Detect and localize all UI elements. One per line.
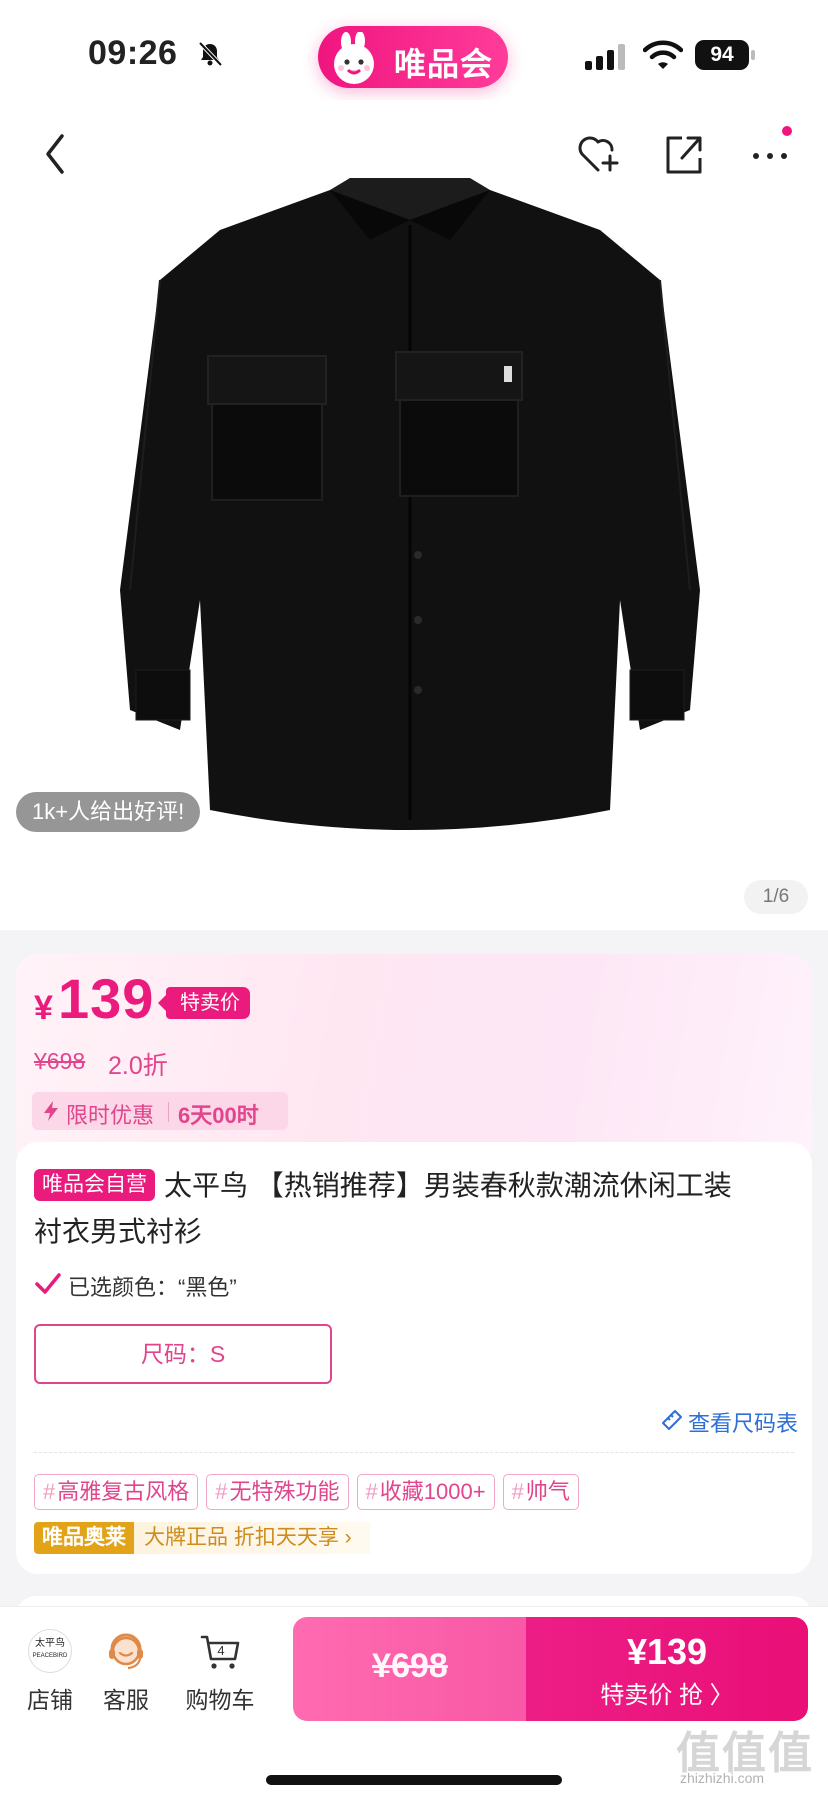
limited-offer-banner: 限时优惠 6天00时 [32, 1092, 288, 1130]
price-currency: ¥ [34, 989, 53, 1027]
bolt-icon [44, 1101, 58, 1121]
divider [34, 1452, 794, 1453]
outlet-badge: 唯品奥莱 [34, 1522, 134, 1554]
cart-label: 购物车 [185, 1687, 255, 1713]
favorite-add-icon[interactable] [568, 124, 628, 184]
tag-item[interactable]: #帅气 [502, 1474, 579, 1510]
buy-original-price-button[interactable]: ¥698 [293, 1617, 527, 1721]
outlet-banner[interactable]: 唯品奥莱 大牌正品 折扣天天享 › [34, 1522, 370, 1554]
mascot-icon [334, 32, 374, 84]
battery-level: 94 [695, 40, 749, 70]
cart-button[interactable]: 4 购物车 [180, 1629, 260, 1715]
limited-offer-countdown: 6天00时 [178, 1103, 259, 1128]
image-watermark: 精选福利官 [320, 850, 466, 881]
product-title-line1: 太平鸟 【热销推荐】男装春秋款潮流休闲工装 [164, 1170, 732, 1201]
buy-special-label: 特卖价 抢 〉 [600, 1682, 734, 1709]
app-brand-label: 唯品会 [394, 46, 494, 82]
customer-service-button[interactable]: 客服 [86, 1629, 166, 1715]
store-logo: 太平鸟 PEACEBIRD [28, 1629, 72, 1673]
back-icon[interactable] [28, 124, 88, 184]
share-icon[interactable] [654, 124, 714, 184]
signal-icon [585, 44, 625, 70]
product-image [120, 178, 700, 830]
store-label: 店铺 [27, 1687, 73, 1713]
cart-count: 4 [217, 1643, 225, 1658]
check-icon [35, 1273, 61, 1294]
review-badge: 1k+人给出好评! [16, 792, 201, 832]
selected-color: 已选颜色：“黑色” [68, 1275, 237, 1300]
site-watermark-url: zhizhizhi.com [680, 1770, 765, 1786]
outlet-text: 大牌正品 折扣天天享 › [134, 1522, 370, 1554]
buy-original-price: ¥698 [372, 1647, 448, 1685]
notification-dot [782, 126, 792, 136]
buy-special-price-button[interactable]: ¥139 特卖价 抢 〉 [526, 1617, 808, 1721]
app-brand-pill[interactable]: 唯品会 [318, 26, 508, 88]
sale-price: 139 [58, 967, 155, 1030]
product-image-carousel[interactable]: 1k+人给出好评! 精选福利官 1/6 [0, 100, 828, 930]
bottom-action-bar: 太平鸟 PEACEBIRD 店铺 客服 4 购物车 ¥698 ¥139 特卖价 … [0, 1606, 828, 1795]
bell-off-icon [198, 41, 223, 67]
tag-item[interactable]: #无特殊功能 [206, 1474, 349, 1510]
ruler-icon[interactable] [660, 1408, 684, 1432]
service-label: 客服 [103, 1687, 149, 1713]
size-selector[interactable]: 尺码：S [34, 1324, 332, 1384]
home-indicator[interactable] [266, 1775, 562, 1785]
image-page-indicator: 1/6 [744, 880, 808, 914]
store-button[interactable]: 太平鸟 PEACEBIRD 店铺 [10, 1629, 90, 1715]
tag-item[interactable]: #高雅复古风格 [34, 1474, 199, 1510]
price-card: ¥ 139 特卖价 ¥698 2.0折 限时优惠 6天00时 [16, 954, 812, 1154]
service-icon [109, 1633, 143, 1670]
clock: 09:26 [88, 34, 178, 72]
discount-rate: 2.0折 [108, 1052, 168, 1080]
product-title-line2: 衬衣男式衬衫 [34, 1216, 203, 1247]
special-price-tag: 特卖价 [158, 987, 250, 1019]
battery-icon: 94 [695, 40, 757, 70]
original-price: ¥698 [34, 1048, 86, 1074]
size-chart-link[interactable]: 查看尺码表 [688, 1406, 798, 1438]
limited-offer-label: 限时优惠 [66, 1103, 155, 1128]
tag-item[interactable]: #收藏1000+ [356, 1474, 495, 1510]
product-info-card: 唯品会自营 太平鸟 【热销推荐】男装春秋款潮流休闲工装 衬衣男式衬衫 已选颜色：… [16, 1142, 812, 1574]
buy-special-price: ¥139 [626, 1631, 708, 1672]
wifi-icon [643, 40, 683, 69]
status-bar: 09:26 唯品会 94 [0, 0, 828, 100]
self-operated-badge: 唯品会自营 [34, 1169, 155, 1201]
tag-list: #高雅复古风格 #无特殊功能 #收藏1000+ #帅气 [34, 1474, 579, 1510]
more-icon[interactable] [742, 124, 802, 184]
